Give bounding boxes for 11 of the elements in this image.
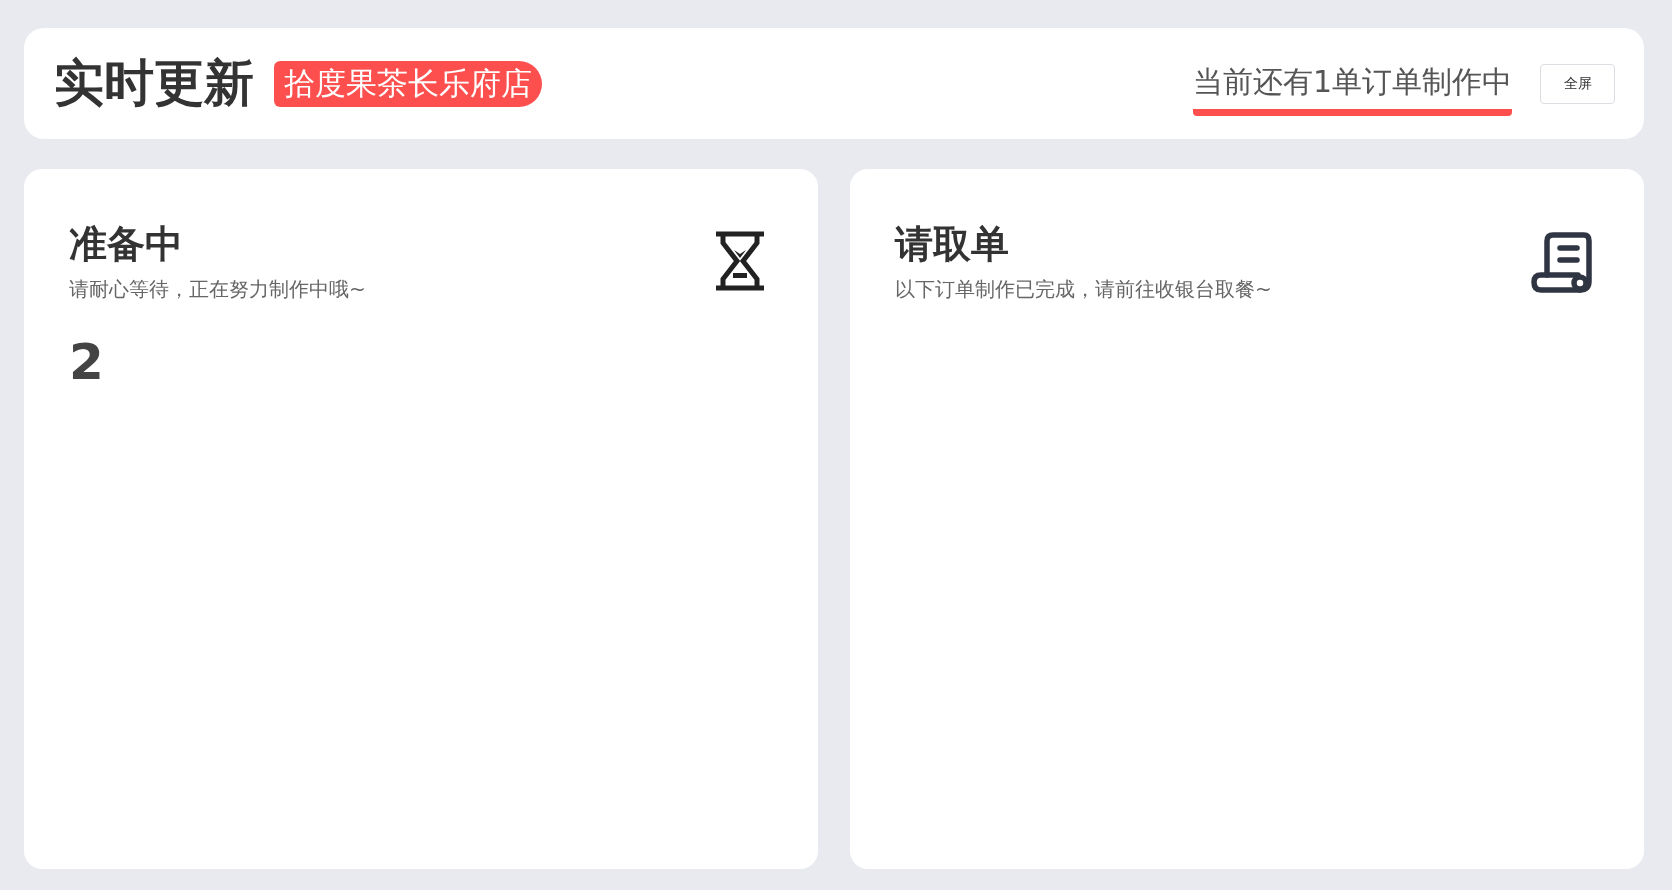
order-status-text: 当前还有1单订单制作中 bbox=[1192, 61, 1512, 116]
receipt-scroll-icon bbox=[1530, 231, 1592, 295]
panel-subtitle: 以下订单制作已完成，请前往收银台取餐~ bbox=[895, 276, 1272, 303]
store-name-tag: 拾度果茶长乐府店 bbox=[274, 60, 542, 107]
page-title: 实时更新 bbox=[54, 53, 254, 114]
hourglass-icon bbox=[714, 231, 766, 291]
panel-title: 请取单 bbox=[895, 221, 1010, 268]
order-number: 2 bbox=[69, 333, 104, 391]
fullscreen-button[interactable]: 全屏 bbox=[1540, 63, 1615, 104]
panel-title: 准备中 bbox=[69, 221, 184, 268]
panel-subtitle: 请耐心等待，正在努力制作中哦~ bbox=[69, 276, 366, 303]
